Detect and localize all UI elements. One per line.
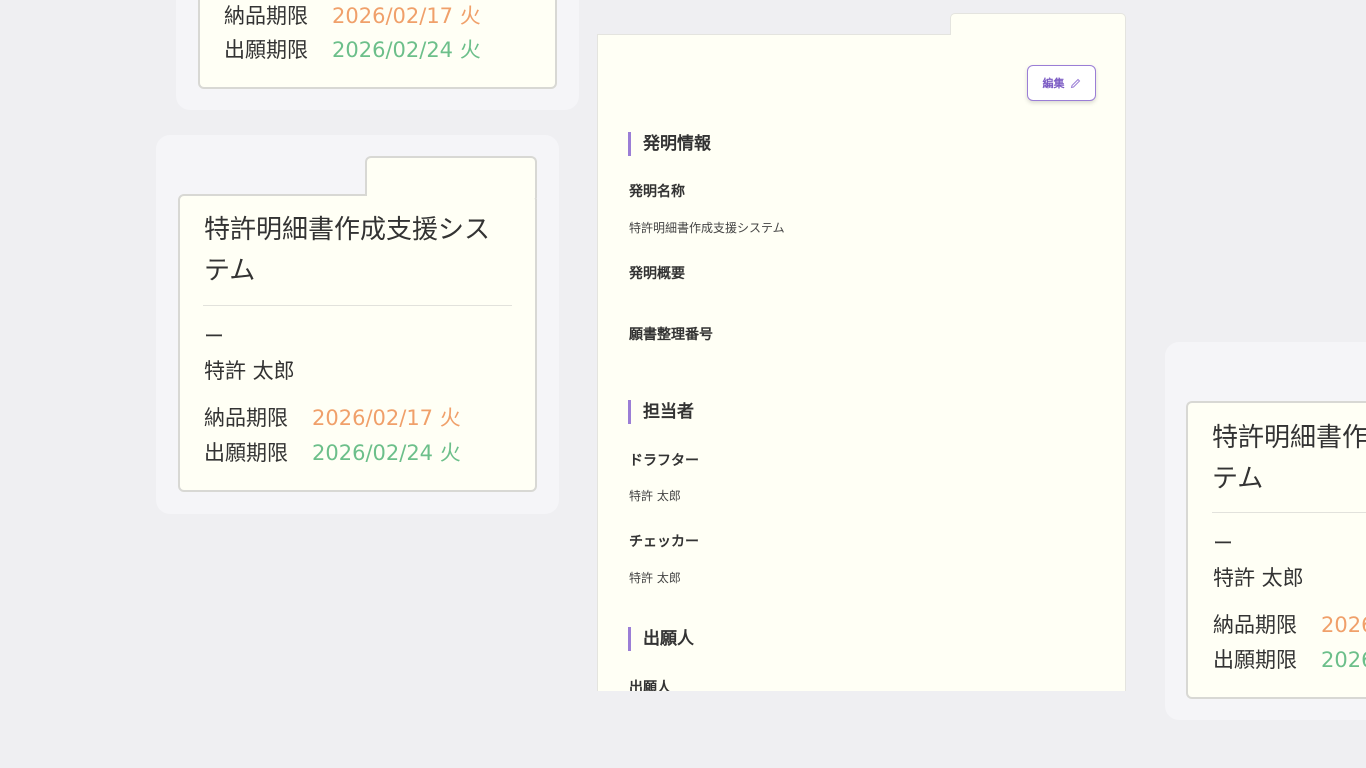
section-heading-invention: 発明情報: [628, 132, 711, 156]
left-card-divider: [203, 305, 512, 306]
filing-date: 2026/02/24 火: [332, 38, 481, 62]
right-card-dates-clip: 納品期限 2026/02/17 火 出願期限 2026/02/24 火: [1213, 605, 1366, 680]
right-card-filing-row: 出願期限 2026/02/24 火: [1213, 644, 1366, 674]
left-card-tab: [365, 156, 537, 198]
left-card-filing-row: 出願期限 2026/02/24 火: [204, 437, 461, 467]
left-card-code: ー: [204, 324, 224, 348]
edit-label: 編集: [1042, 78, 1065, 90]
right-card-person: 特許 太郎: [1213, 566, 1304, 590]
delivery-label: 納品期限: [204, 406, 288, 430]
drafter-value: 特許 太郎: [629, 489, 681, 503]
applicant-label: 出願人: [629, 680, 671, 691]
checker-label: チェッカー: [629, 534, 699, 550]
left-card-title: 特許明細書作成支援システム: [204, 215, 491, 286]
left-card-delivery-row: 納品期限 2026/02/17 火: [204, 402, 461, 432]
top-card-filing-row: 出願期限 2026/02/24 火: [224, 34, 481, 64]
filing-label: 出願期限: [204, 441, 288, 465]
right-card-title-clip: 特許明細書作成支援システム: [1212, 418, 1366, 498]
checker-value: 特許 太郎: [629, 571, 681, 585]
filing-date: 2026/02/24 火: [1321, 648, 1366, 672]
section-heading-applicant: 出願人: [628, 627, 694, 651]
section-heading-staff: 担当者: [628, 400, 694, 424]
filing-label: 出願期限: [224, 38, 308, 62]
right-card-title: 特許明細書作成支援システム: [1212, 423, 1366, 494]
delivery-date: 2026/02/17 火: [312, 406, 461, 430]
filing-date: 2026/02/24 火: [312, 441, 461, 465]
right-card-code: ー: [1213, 531, 1233, 555]
drafter-label: ドラフター: [629, 453, 699, 469]
filing-label: 出願期限: [1213, 648, 1297, 672]
left-card-person: 特許 太郎: [204, 359, 295, 383]
docket-number-label: 願書整理番号: [629, 327, 713, 343]
delivery-label: 納品期限: [224, 4, 308, 28]
top-card-delivery-row: 納品期限 2026/02/17 火: [224, 0, 481, 30]
delivery-date: 2026/02/17 火: [1321, 613, 1366, 637]
detail-tab-joint: [951, 33, 1125, 36]
invention-name-value: 特許明細書作成支援システム: [629, 221, 785, 235]
right-card-delivery-row: 納品期限 2026/02/17 火: [1213, 609, 1366, 639]
delivery-date: 2026/02/17 火: [332, 4, 481, 28]
edit-button[interactable]: 編集: [1027, 65, 1096, 101]
invention-name-label: 発明名称: [629, 184, 685, 200]
delivery-label: 納品期限: [1213, 613, 1297, 637]
left-card-tab-joint: [367, 194, 535, 198]
applicant-field-clip: 出願人: [597, 670, 1126, 691]
pencil-icon: [1070, 78, 1081, 89]
right-card-divider: [1212, 512, 1366, 513]
invention-summary-label: 発明概要: [629, 266, 685, 282]
